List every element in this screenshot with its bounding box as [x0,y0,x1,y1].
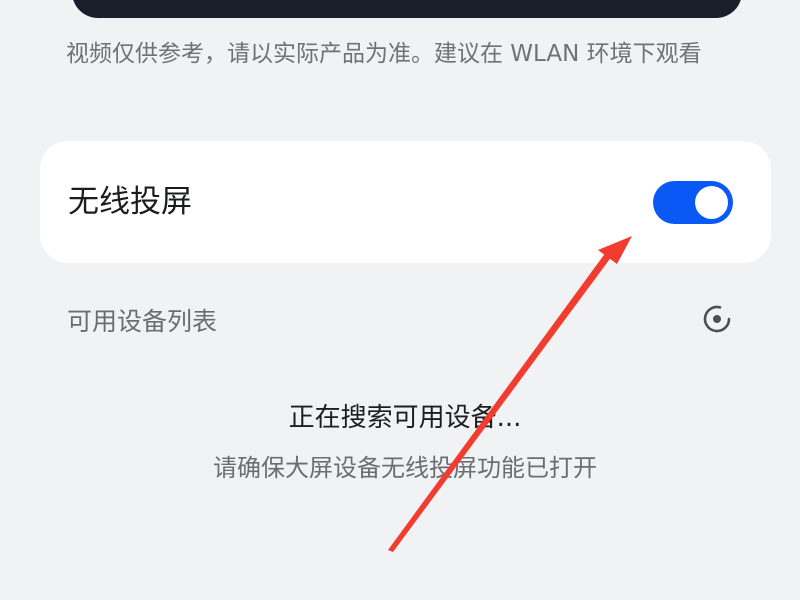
wireless-projection-label: 无线投屏 [68,184,192,220]
searching-hint: 请确保大屏设备无线投屏功能已打开 [213,454,597,482]
video-disclaimer: 视频仅供参考，请以实际产品为准。建议在 WLAN 环境下观看 [66,41,702,67]
searching-status: 正在搜索可用设备... [288,403,522,433]
refresh-icon[interactable] [698,300,736,338]
video-preview[interactable] [72,0,742,18]
wireless-projection-toggle[interactable] [653,181,733,224]
wireless-projection-card: 无线投屏 [40,141,771,263]
annotation-arrow [388,236,632,552]
available-devices-title: 可用设备列表 [67,307,218,336]
toggle-knob [695,186,728,219]
